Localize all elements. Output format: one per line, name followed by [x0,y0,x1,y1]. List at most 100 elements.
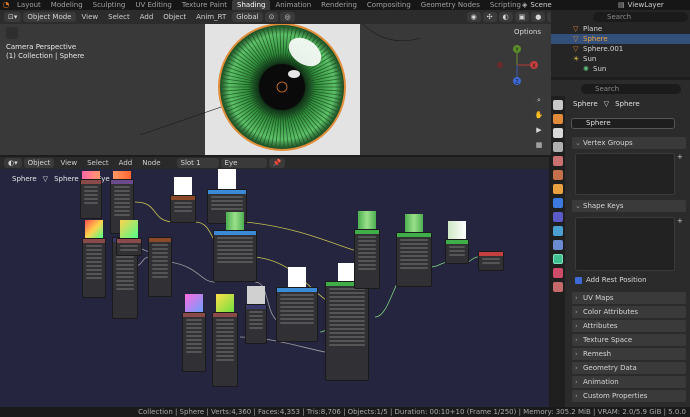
tab-texture-paint[interactable]: Texture Paint [177,0,232,10]
shader-node[interactable] [170,195,196,223]
tab-scripting[interactable]: Scripting [485,0,526,10]
outliner-item-plane[interactable]: ▽ Plane [551,24,690,34]
outliner-item-sun[interactable]: ☀ Sun [551,54,690,64]
tab-geometry-nodes[interactable]: Geometry Nodes [416,0,485,10]
add-vertex-group-button[interactable]: + [677,153,683,161]
options-dropdown[interactable]: Options [510,27,546,37]
properties-search-input[interactable]: Search [581,84,681,94]
shape-keys-panel-header[interactable]: ⌄ Shape Keys [572,200,686,212]
add-rest-position-checkbox[interactable] [575,276,582,284]
shader-node[interactable] [116,238,142,256]
grid-toggle-icon[interactable]: ▦ [533,139,545,151]
attributes-panel-header[interactable]: › Attributes [572,320,686,332]
particles-tab-icon[interactable] [553,212,563,222]
shader-node[interactable] [82,238,106,298]
snap-icon[interactable]: ⊙ [264,12,279,22]
visibility-icon[interactable]: ◉ [466,12,481,22]
vertex-groups-panel-header[interactable]: ⌄ Vertex Groups [572,137,686,149]
proportional-edit-icon[interactable]: ◎ [280,12,295,22]
outliner-item-label: Plane [583,25,603,33]
tool-tab-icon[interactable] [553,100,563,110]
menu-add[interactable]: Add [136,12,158,22]
scene-selector[interactable]: ◈ Scene [522,0,598,10]
select-tool-icon[interactable] [6,27,18,39]
shader-node[interactable] [148,237,172,297]
camera-info: Camera Perspective (1) Collection | Sphe… [6,43,84,61]
chevron-right-icon: › [575,336,578,344]
object-tab-icon[interactable] [553,184,563,194]
material-tab-icon[interactable] [553,268,563,278]
tab-modeling[interactable]: Modeling [46,0,88,10]
color-attributes-panel-header[interactable]: › Color Attributes [572,306,686,318]
menu-select[interactable]: Select [104,12,134,22]
tab-layout[interactable]: Layout [12,0,46,10]
editor-type-button[interactable]: ⊡▾ [4,12,22,22]
shader-node[interactable] [213,230,257,282]
shading-solid-icon[interactable]: ● [531,12,546,22]
tab-rendering[interactable]: Rendering [316,0,362,10]
3d-viewport[interactable]: ⊡▾ Object Mode View Select Add Object An… [0,10,551,155]
shader-node[interactable] [80,179,102,219]
shader-node[interactable] [325,281,369,381]
render-tab-icon[interactable] [553,114,563,124]
menu-view[interactable]: View [78,12,103,22]
navigation-gizmo[interactable]: Y X Z [492,43,542,88]
modifier-tab-icon[interactable] [553,198,563,208]
view-layer-tab-icon[interactable] [553,142,563,152]
world-tab-icon[interactable] [553,170,563,180]
tab-animation[interactable]: Animation [270,0,316,10]
outliner-item-sphere[interactable]: ▽ Sphere [551,34,690,44]
mesh-data-name: Sphere [615,100,640,108]
shape-keys-list[interactable] [575,217,675,271]
tab-shading[interactable]: Shading [232,0,271,10]
shader-node[interactable] [212,312,238,387]
menu-anim-rt[interactable]: Anim_RT [192,12,230,22]
object-mode-dropdown[interactable]: Object Mode [23,12,76,22]
overlay-icon[interactable]: ◐ [498,12,513,22]
node-preview [358,211,376,229]
outliner-item-sun-data[interactable]: ✺ Sun [551,64,690,74]
shader-node[interactable] [276,287,318,342]
texture-space-panel-header[interactable]: › Texture Space [572,334,686,346]
chevron-right-icon: › [575,378,578,386]
shader-node[interactable] [478,251,504,271]
pan-hand-icon[interactable]: ✋ [533,109,545,121]
add-shape-key-button[interactable]: + [677,217,683,225]
shader-node-editor[interactable]: ◐▾ Object View Select Add Node Slot 1 Ey… [0,157,549,407]
animation-panel-header[interactable]: › Animation [572,376,686,388]
orientation-dropdown[interactable]: Global [232,12,263,22]
custom-properties-panel-header[interactable]: › Custom Properties [572,390,686,402]
mesh-name-field[interactable]: Sphere [571,118,675,129]
scene-tab-icon[interactable] [553,156,563,166]
remesh-panel-header[interactable]: › Remesh [572,348,686,360]
shader-node[interactable] [182,312,206,372]
shader-node[interactable] [396,232,432,287]
tab-uv-editing[interactable]: UV Editing [130,0,177,10]
menu-object[interactable]: Object [159,12,190,22]
shader-node[interactable] [245,304,267,344]
shader-node[interactable] [354,229,380,289]
chevron-right-icon: › [575,392,578,400]
shader-node[interactable] [445,239,469,264]
output-tab-icon[interactable] [553,128,563,138]
outliner-search-input[interactable]: Search [593,12,688,22]
add-rest-position-row[interactable]: Add Rest Position [575,276,647,284]
vertex-groups-list[interactable] [575,153,675,195]
physics-tab-icon[interactable] [553,226,563,236]
blender-logo-icon[interactable]: ◔ [0,0,12,10]
xray-icon[interactable]: ▣ [514,12,530,22]
constraints-tab-icon[interactable] [553,240,563,250]
outliner-item-sphere-001[interactable]: ▽ Sphere.001 [551,44,690,54]
tab-sculpting[interactable]: Sculpting [88,0,131,10]
geometry-data-panel-header[interactable]: › Geometry Data [572,362,686,374]
camera-view-icon[interactable]: ▶ [533,124,545,136]
uv-maps-panel-header[interactable]: › UV Maps [572,292,686,304]
gizmo-x-label: X [532,64,536,70]
view-layer-selector[interactable]: ▤ ViewLayer [618,0,690,10]
gizmo-icon[interactable]: ✣ [482,12,497,22]
texture-tab-icon[interactable] [553,282,563,292]
chevron-down-icon: ⌄ [575,139,581,147]
mesh-data-tab-icon[interactable] [553,254,563,264]
zoom-icon[interactable]: ⌕ [533,94,545,106]
tab-compositing[interactable]: Compositing [362,0,416,10]
